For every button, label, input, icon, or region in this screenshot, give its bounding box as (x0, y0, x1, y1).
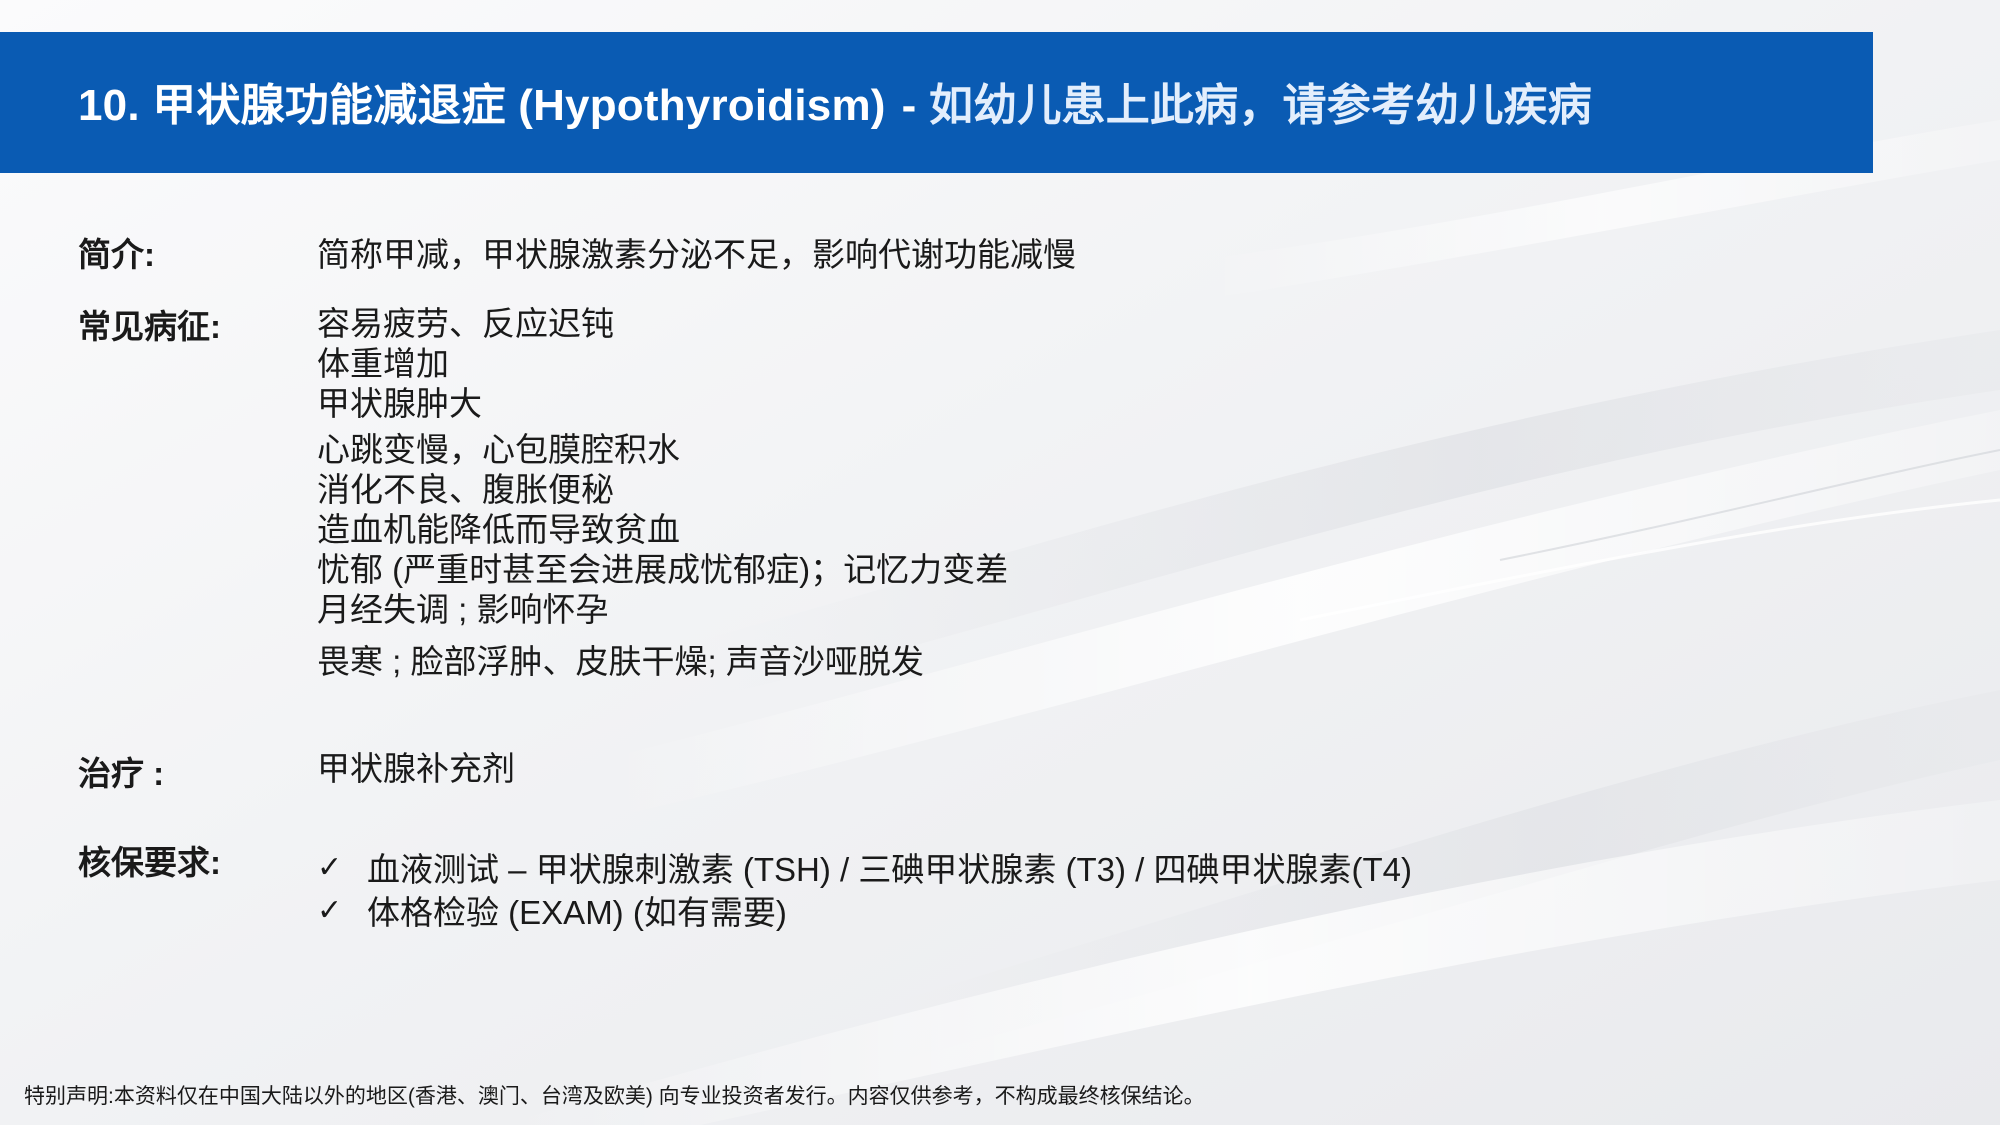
symptom-item: 月经失调 ; 影响怀孕 (317, 591, 609, 628)
underwriting-label: 核保要求: (78, 844, 221, 881)
treatment-value: 甲状腺补充剂 (317, 750, 515, 787)
symptom-item: 容易疲劳、反应迟钝 (317, 305, 614, 342)
checkmark-icon: ✓ (317, 850, 343, 884)
requirement-text: 体格检验 (EXAM) (如有需要) (367, 894, 787, 931)
symptom-item: 畏寒 ; 脸部浮肿、皮肤干燥; 声音沙哑脱发 (317, 643, 924, 680)
symptom-item: 心跳变慢，心包膜腔积水 (317, 431, 680, 468)
slide-content: 简介: 简称甲减，甲状腺激素分泌不足，影响代谢功能减慢 常见病征: 容易疲劳、反… (0, 0, 2000, 1125)
treatment-label: 治疗 : (78, 755, 165, 792)
requirement-item: ✓ 血液测试 – 甲状腺刺激素 (TSH) / 三碘甲状腺素 (T3) / 四碘… (317, 843, 1412, 891)
symptoms-label: 常见病征: (78, 308, 221, 345)
checkmark-icon: ✓ (317, 893, 343, 927)
disclaimer-text: 特别声明:本资料仅在中国大陆以外的地区(香港、澳门、台湾及欧美) 向专业投资者发… (24, 1085, 1205, 1108)
symptom-item: 消化不良、腹胀便秘 (317, 471, 614, 508)
intro-label: 简介: (78, 236, 155, 273)
symptom-item: 体重增加 (317, 345, 449, 382)
symptom-item: 甲状腺肿大 (317, 385, 482, 422)
requirement-text: 血液测试 – 甲状腺刺激素 (TSH) / 三碘甲状腺素 (T3) / 四碘甲状… (367, 851, 1412, 888)
intro-value: 简称甲减，甲状腺激素分泌不足，影响代谢功能减慢 (317, 236, 1076, 273)
symptom-item: 造血机能降低而导致贫血 (317, 511, 680, 548)
symptom-item: 忧郁 (严重时甚至会进展成忧郁症)；记忆力变差 (317, 551, 1009, 588)
requirement-item: ✓ 体格检验 (EXAM) (如有需要) (317, 886, 787, 934)
